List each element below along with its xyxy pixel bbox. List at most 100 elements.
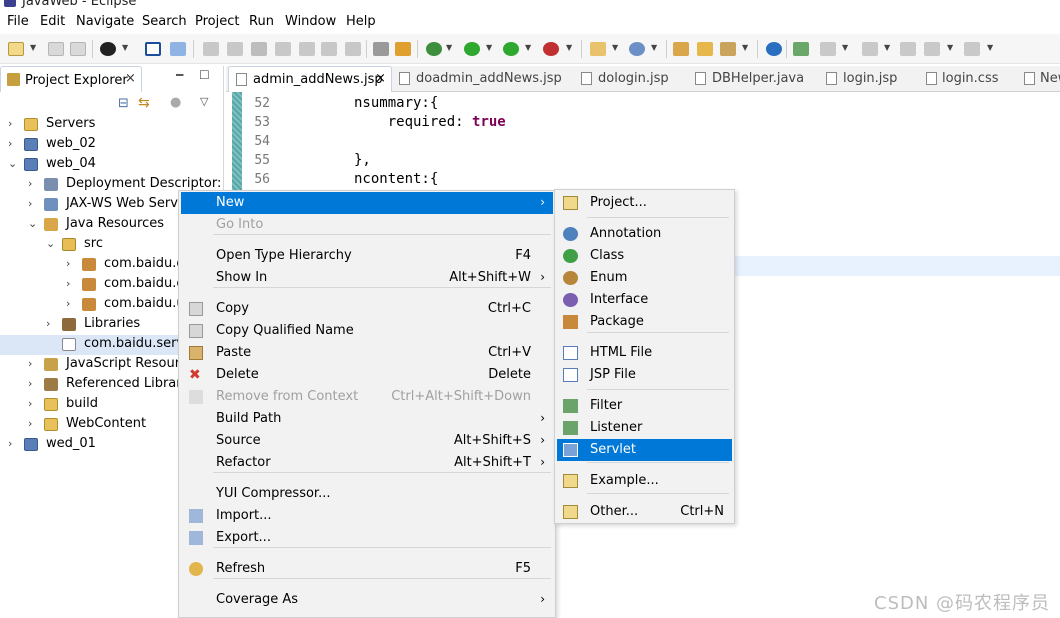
context-menu-item-yui-compressor[interactable]: YUI Compressor... xyxy=(181,483,553,505)
new-submenu-item-annotation[interactable]: Annotation xyxy=(557,223,732,245)
new-icon[interactable] xyxy=(8,42,24,56)
collapsed-twisty-icon[interactable]: › xyxy=(8,137,18,150)
open-type-icon[interactable] xyxy=(673,42,689,56)
tree-node[interactable]: ⌄ web_04 xyxy=(0,155,224,175)
collapsed-twisty-icon[interactable]: › xyxy=(66,257,76,270)
run-dropdown-icon[interactable]: ▼ xyxy=(486,43,492,52)
tab-login-jsp[interactable]: login.jsp xyxy=(824,66,904,92)
context-menu-item-export[interactable]: Export... xyxy=(181,527,553,549)
context-menu-item-copy-qualified-name[interactable]: Copy Qualified Name xyxy=(181,320,553,342)
new-class-icon[interactable] xyxy=(629,42,645,56)
resume-icon[interactable] xyxy=(203,42,219,56)
menu-project[interactable]: Project xyxy=(195,14,239,29)
context-menu-item-coverage-as[interactable]: Coverage As › xyxy=(181,589,553,611)
open-task-icon[interactable] xyxy=(697,42,713,56)
forward-icon[interactable] xyxy=(964,42,980,56)
disconnect-icon[interactable] xyxy=(275,42,291,56)
terminate-icon[interactable] xyxy=(251,42,267,56)
collapsed-twisty-icon[interactable]: › xyxy=(28,357,38,370)
context-menu-item-source[interactable]: Source Alt+Shift+S › xyxy=(181,430,553,452)
tab-dologin-jsp[interactable]: dologin.jsp xyxy=(578,66,678,92)
expanded-twisty-icon[interactable]: ⌄ xyxy=(46,237,56,250)
collapsed-twisty-icon[interactable]: › xyxy=(8,117,18,130)
search-icon[interactable] xyxy=(720,42,736,56)
suspend-icon[interactable] xyxy=(227,42,243,56)
context-menu-item-show-in[interactable]: Show In Alt+Shift+W › xyxy=(181,267,553,289)
close-icon[interactable]: × xyxy=(125,71,136,86)
step-return-icon[interactable] xyxy=(345,42,361,56)
menu-run[interactable]: Run xyxy=(249,14,274,29)
terminal-icon[interactable] xyxy=(145,42,161,56)
menu-file[interactable]: File xyxy=(7,14,29,29)
use-step-filters-icon[interactable] xyxy=(373,42,389,56)
tree-node[interactable]: › web_02 xyxy=(0,135,224,155)
minimize-icon[interactable]: ━ xyxy=(176,68,183,82)
save-all-icon[interactable] xyxy=(70,42,86,56)
new-submenu-item-html-file[interactable]: HTML File xyxy=(557,342,732,364)
view-menu-icon[interactable]: ▽ xyxy=(200,95,208,108)
collapsed-twisty-icon[interactable]: › xyxy=(46,317,56,330)
new-submenu-item-example[interactable]: Example... xyxy=(557,470,732,492)
collapsed-twisty-icon[interactable]: › xyxy=(28,177,38,190)
new-submenu-item-other[interactable]: Other... Ctrl+N xyxy=(557,501,732,523)
menu-help[interactable]: Help xyxy=(346,14,376,29)
tab-doadmin-addnews-jsp[interactable]: doadmin_addNews.jsp xyxy=(394,66,564,92)
context-menu-item-delete[interactable]: ✖ Delete Delete xyxy=(181,364,553,386)
close-tab-icon[interactable]: × xyxy=(375,71,386,86)
collapsed-twisty-icon[interactable]: › xyxy=(66,277,76,290)
expanded-twisty-icon[interactable]: ⌄ xyxy=(28,217,38,230)
search-dropdown-icon[interactable]: ▼ xyxy=(742,43,748,52)
external-tools-dropdown-icon[interactable]: ▼ xyxy=(566,43,572,52)
context-menu-item-new[interactable]: New › xyxy=(181,192,553,214)
context-menu-item-open-type-hierarchy[interactable]: Open Type Hierarchy F4 xyxy=(181,245,553,267)
tab-admin-addnews-jsp[interactable]: admin_addNews.jsp × xyxy=(228,66,392,92)
step-over-icon[interactable] xyxy=(321,42,337,56)
expanded-twisty-icon[interactable]: ⌄ xyxy=(8,157,18,170)
debug-dropdown-icon[interactable]: ▼ xyxy=(446,43,452,52)
step-into-icon[interactable] xyxy=(299,42,315,56)
context-menu-item-copy[interactable]: Copy Ctrl+C xyxy=(181,298,553,320)
context-menu-item-import[interactable]: Import... xyxy=(181,505,553,527)
coverage-icon[interactable] xyxy=(503,42,519,56)
new-submenu-item-jsp-file[interactable]: JSP File xyxy=(557,364,732,386)
web-browser-icon[interactable] xyxy=(766,42,782,56)
project-explorer-tab[interactable]: Project Explorer × xyxy=(0,66,142,92)
new-java-dropdown-icon[interactable]: ▼ xyxy=(612,43,618,52)
new-java-project-icon[interactable] xyxy=(590,42,606,56)
skip-breakpoints-icon[interactable] xyxy=(170,42,186,56)
context-menu-item-refactor[interactable]: Refactor Alt+Shift+T › xyxy=(181,452,553,474)
tab-login-css[interactable]: login.css xyxy=(924,66,1004,92)
tab-new[interactable]: New xyxy=(1022,66,1060,92)
profile-icon[interactable] xyxy=(100,42,116,56)
new-dropdown-icon[interactable]: ▼ xyxy=(30,43,36,52)
tree-node[interactable]: › Servers xyxy=(0,115,224,135)
previous-annotation-icon[interactable] xyxy=(862,42,878,56)
maximize-icon[interactable]: ☐ xyxy=(199,68,210,82)
back-icon[interactable] xyxy=(924,42,940,56)
new-submenu-item-enum[interactable]: Enum xyxy=(557,267,732,289)
collapsed-twisty-icon[interactable]: › xyxy=(28,377,38,390)
new-submenu-item-interface[interactable]: Interface xyxy=(557,289,732,311)
forward-dropdown-icon[interactable]: ▼ xyxy=(987,43,993,52)
new-submenu-item-class[interactable]: Class xyxy=(557,245,732,267)
collapsed-twisty-icon[interactable]: › xyxy=(66,297,76,310)
link-with-editor-icon[interactable]: ⇆ xyxy=(138,95,150,111)
last-edit-icon[interactable] xyxy=(900,42,916,56)
run-icon[interactable] xyxy=(464,42,480,56)
back-dropdown-icon[interactable]: ▼ xyxy=(947,43,953,52)
next-annotation-icon[interactable] xyxy=(820,42,836,56)
context-menu-item-remove-from-context[interactable]: Remove from Context Ctrl+Alt+Shift+Down xyxy=(181,386,553,408)
collapsed-twisty-icon[interactable]: › xyxy=(28,197,38,210)
collapsed-twisty-icon[interactable]: › xyxy=(28,397,38,410)
context-menu-item-go-into[interactable]: Go Into xyxy=(181,214,553,236)
drop-to-frame-icon[interactable] xyxy=(395,42,411,56)
new-submenu-item-listener[interactable]: Listener xyxy=(557,417,732,439)
context-menu-item-refresh[interactable]: Refresh F5 xyxy=(181,558,553,580)
menu-search[interactable]: Search xyxy=(142,14,187,29)
focus-icon[interactable]: ● xyxy=(170,95,181,110)
toggle-mark-icon[interactable] xyxy=(793,42,809,56)
menu-edit[interactable]: Edit xyxy=(40,14,65,29)
new-submenu-item-project[interactable]: Project... xyxy=(557,192,732,214)
new-submenu-item-filter[interactable]: Filter xyxy=(557,395,732,417)
context-menu-item-build-path[interactable]: Build Path › xyxy=(181,408,553,430)
